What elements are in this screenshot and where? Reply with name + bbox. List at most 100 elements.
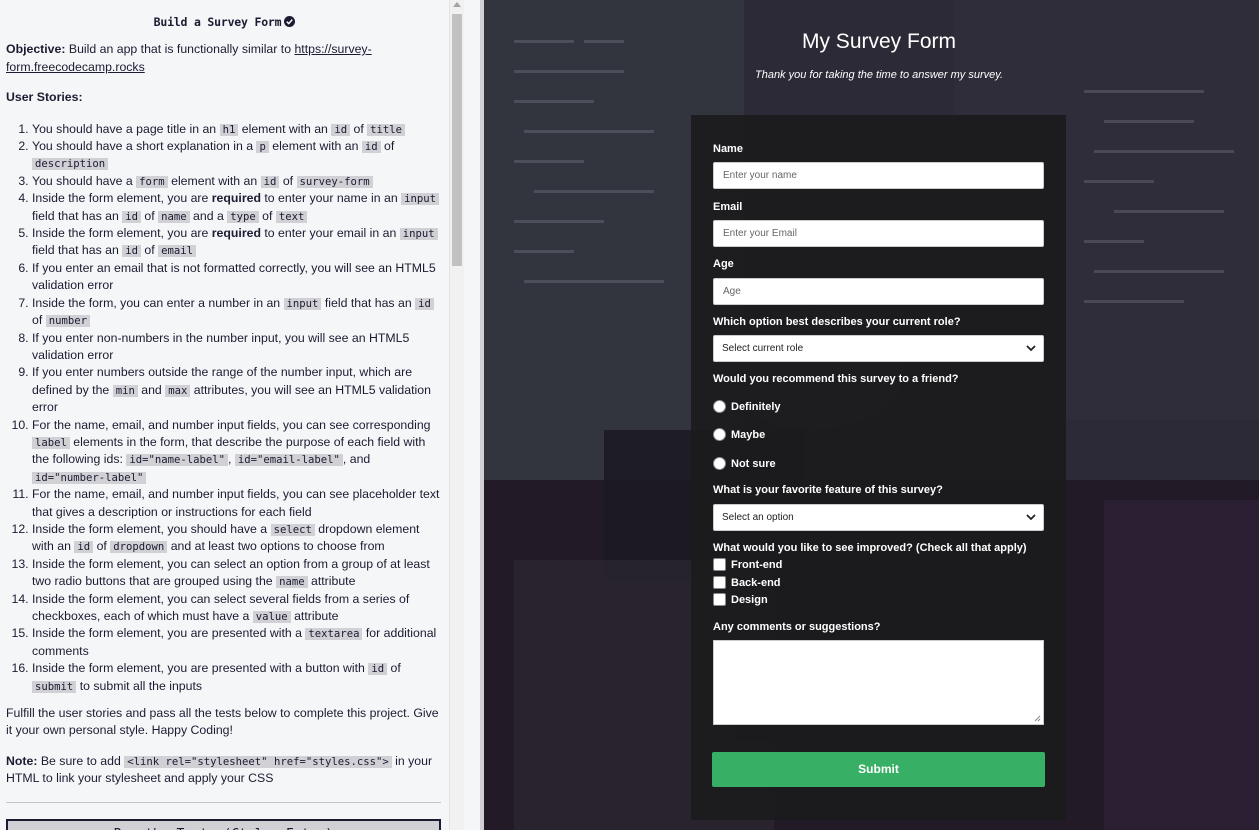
user-story-item: You should have a short explanation in a… (32, 138, 443, 173)
objective-text: Build an app that is functionally simila… (65, 42, 295, 57)
story-text: of (93, 539, 111, 554)
instructions-pane: Build a Survey Form Objective: Build an … (0, 0, 449, 830)
story-code: max (165, 384, 191, 397)
story-bold: required (211, 191, 261, 206)
radio-label: Maybe (731, 428, 766, 441)
story-text: of (258, 208, 276, 223)
improve-label: What would you like to see improved? (Ch… (713, 542, 1027, 554)
story-text: attribute (307, 574, 356, 589)
age-input[interactable]: Age (713, 278, 1044, 305)
story-text: field that has an (321, 295, 416, 310)
story-code: value (252, 611, 291, 623)
story-code: id (331, 123, 351, 136)
fulfill-paragraph: Fulfill the user stories and pass all th… (6, 706, 439, 738)
radio-option-maybe[interactable]: Maybe (713, 428, 765, 441)
story-text: element with an (268, 139, 362, 154)
story-code: input (401, 193, 439, 206)
story-text: and at least two options to choose from (167, 539, 385, 554)
role-selected-value: Select current role (722, 343, 804, 354)
submit-button[interactable]: Submit (712, 752, 1045, 787)
story-text: Inside the form element, you are present… (32, 661, 369, 676)
story-code: id (368, 663, 388, 676)
email-label: Email (713, 201, 743, 213)
story-code: p (256, 141, 269, 154)
recommend-label: Would you recommend this survey to a fri… (713, 373, 959, 385)
story-text: field that has an (32, 208, 123, 223)
user-story-item: If you enter numbers outside the range o… (32, 364, 443, 416)
story-code: name (276, 576, 308, 589)
name-input[interactable]: Enter your name (713, 162, 1044, 189)
run-tests-button[interactable]: Run the Tests (Ctrl + Enter) (6, 818, 441, 830)
scroll-up-arrow-icon[interactable] (453, 2, 461, 7)
name-label: Name (713, 143, 743, 155)
survey-description: Thank you for taking the time to answer … (754, 69, 1003, 81)
story-code: id (122, 245, 142, 258)
user-stories-heading: User Stories: (6, 90, 83, 105)
survey-title: My Survey Form (801, 30, 956, 53)
age-label: Age (713, 258, 734, 270)
story-text: Inside the form element, you can select … (32, 591, 410, 623)
story-code: submit (32, 680, 77, 693)
checkbox-option-design[interactable]: Design (713, 593, 768, 606)
checkbox-option-back-end[interactable]: Back-end (713, 576, 781, 589)
scrollbar-thumb[interactable] (452, 14, 462, 266)
story-text: of (350, 121, 368, 136)
story-text: For the name, email, and number input fi… (32, 417, 431, 432)
story-text: , (228, 452, 235, 467)
story-text: and a (189, 208, 228, 223)
checkbox-label: Design (731, 593, 768, 606)
story-text: of (32, 313, 46, 328)
story-text: field that has an (32, 243, 123, 258)
radio-button[interactable] (713, 457, 726, 470)
story-code: select (270, 523, 315, 536)
radio-option-not-sure[interactable]: Not sure (713, 457, 776, 470)
story-code: id (122, 210, 142, 223)
user-story-item: For the name, email, and number input fi… (32, 486, 443, 521)
radio-label: Definitely (731, 400, 781, 413)
radio-button[interactable] (713, 400, 726, 413)
user-story-item: Inside the form element, you are present… (32, 660, 443, 695)
note-paragraph: Note: Be sure to add <link rel="styleshe… (6, 753, 443, 788)
user-story-item: Inside the form element, you are require… (32, 225, 443, 260)
story-text: of (141, 243, 159, 258)
resize-grip-icon[interactable] (1034, 715, 1041, 722)
story-text: Inside the form, you can enter a number … (32, 295, 284, 310)
user-story-item: You should have a page title in an h1 el… (32, 121, 443, 138)
radio-option-definitely[interactable]: Definitely (713, 400, 781, 413)
story-code: id (415, 297, 434, 310)
checkbox[interactable] (713, 558, 726, 571)
story-code: label (32, 436, 70, 449)
story-text: and (137, 382, 166, 397)
email-input[interactable]: Enter your Email (713, 220, 1044, 247)
story-text: element with an (167, 173, 261, 188)
role-dropdown[interactable]: Select current role (713, 335, 1044, 362)
checkbox-label: Front-end (731, 558, 783, 571)
note-code: <link rel="stylesheet" href="styles.css"… (124, 755, 392, 768)
instructions-scrollbar[interactable] (449, 0, 464, 830)
story-text: of (380, 139, 395, 154)
feature-dropdown[interactable]: Select an option (713, 504, 1044, 531)
role-label: Which option best describes your current… (713, 316, 961, 328)
user-story-item: You should have a form element with an i… (32, 173, 443, 190)
comments-textarea[interactable] (713, 640, 1044, 725)
story-code: h1 (219, 123, 239, 136)
story-text: If you enter non-numbers in the number i… (32, 330, 410, 362)
story-text: If you enter an email that is not format… (32, 260, 436, 293)
story-code: title (367, 123, 406, 136)
checkbox-option-front-end[interactable]: Front-end (713, 558, 782, 571)
user-story-item: Inside the form element, you can select … (32, 556, 443, 591)
user-story-item: For the name, email, and number input fi… (32, 417, 443, 487)
story-text: attribute (290, 609, 339, 623)
survey-form: Name Enter your name Email Enter your Em… (691, 115, 1066, 820)
radio-label: Not sure (731, 457, 776, 470)
story-code: form (136, 175, 168, 188)
completed-check-icon (284, 16, 296, 27)
pane-splitter[interactable] (464, 0, 484, 830)
story-code: email (158, 245, 196, 258)
feature-selected-value: Select an option (722, 512, 794, 523)
name-placeholder: Enter your name (723, 170, 797, 181)
checkbox[interactable] (713, 576, 726, 589)
story-code: name (158, 210, 190, 223)
radio-button[interactable] (713, 428, 726, 441)
checkbox[interactable] (713, 593, 726, 606)
